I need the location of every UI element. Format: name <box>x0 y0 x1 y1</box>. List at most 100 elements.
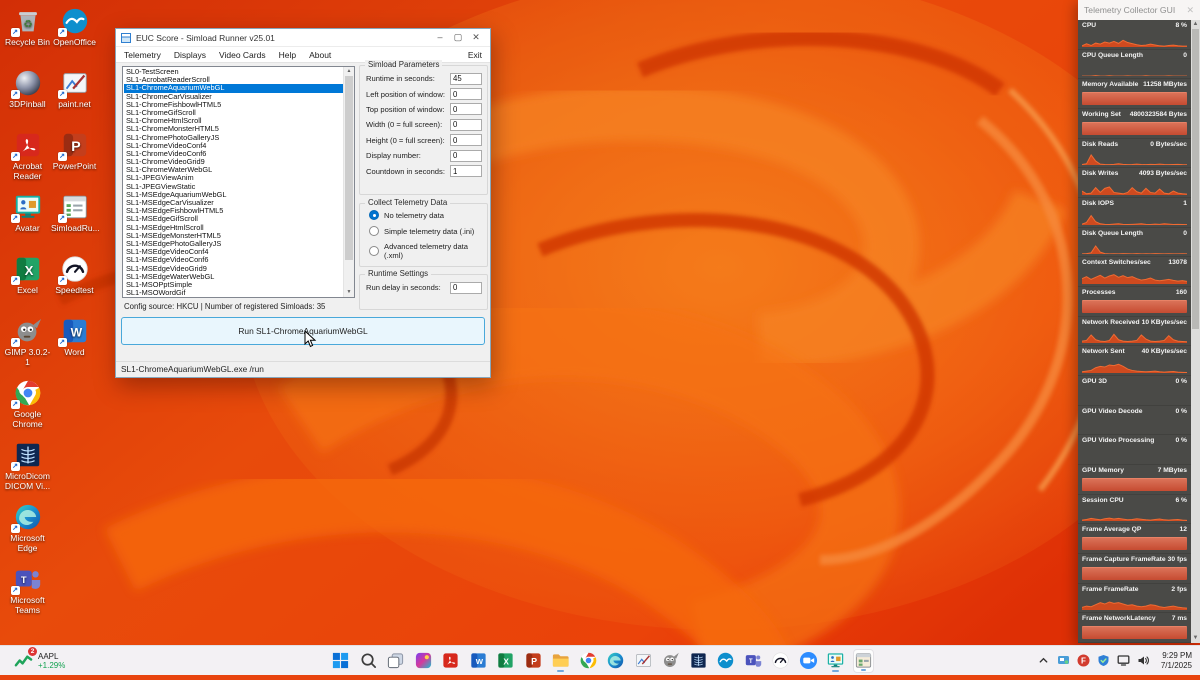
taskbar-icon-edge[interactable] <box>605 649 626 673</box>
taskbar-icon-word[interactable]: W <box>468 649 489 673</box>
menu-item-about[interactable]: About <box>309 50 331 60</box>
tray-chevron-up-icon[interactable] <box>1037 654 1050 667</box>
tray-security-shield-icon[interactable] <box>1097 654 1110 667</box>
metric-head: Frame Average QP12 <box>1082 525 1187 535</box>
taskbar-icon-chrome[interactable] <box>578 649 599 673</box>
telemetry-metric: Working Set4800323584 Bytes <box>1078 109 1191 139</box>
taskbar-icon-speedtest[interactable] <box>770 649 791 673</box>
taskbar-icon-zoom[interactable] <box>798 649 819 673</box>
stock-chart-icon: 2 <box>14 651 33 670</box>
metric-value: 4093 Bytes/sec <box>1139 169 1187 179</box>
taskbar-icon-simload-window[interactable] <box>853 649 874 673</box>
param-input[interactable] <box>450 150 482 162</box>
param-input[interactable] <box>450 119 482 131</box>
list-scrollbar[interactable]: ▲ ▼ <box>343 67 354 297</box>
metric-sparkline <box>1082 358 1187 373</box>
taskbar-icon-gimp[interactable] <box>660 649 681 673</box>
shortcut-arrow-icon: ↗ <box>11 152 20 161</box>
menu-item-telemetry[interactable]: Telemetry <box>124 50 161 60</box>
radio-icon[interactable] <box>369 226 379 236</box>
taskbar-icon-teams[interactable]: T <box>743 649 764 673</box>
param-input[interactable] <box>450 103 482 115</box>
taskbar-icon-avatar[interactable] <box>825 649 846 673</box>
taskbar-icon-paintnet[interactable] <box>633 649 654 673</box>
telemetry-scroll-thumb[interactable] <box>1192 29 1199 329</box>
telemetry-close-icon[interactable]: ✕ <box>1186 5 1194 16</box>
desktop-icon-gimp[interactable]: ↗GIMP 3.0.2-1 <box>4 316 51 367</box>
minimize-icon[interactable]: – <box>431 29 449 46</box>
desktop-icon-powerpoint[interactable]: P↗PowerPoint <box>51 130 98 172</box>
close-icon[interactable]: ✕ <box>467 29 485 46</box>
param-row: Width (0 = full screen): <box>366 117 482 132</box>
scroll-thumb[interactable] <box>345 76 353 260</box>
telemetry-scroll-up-icon[interactable]: ▲ <box>1191 20 1200 29</box>
svg-text:P: P <box>71 138 80 154</box>
metric-label: Working Set <box>1082 110 1121 120</box>
list-item[interactable]: SL1-MSOWordGif <box>124 289 343 296</box>
taskbar-icon-acrobat[interactable] <box>440 649 461 673</box>
param-input[interactable] <box>450 282 482 294</box>
taskbar-icon-excel[interactable]: X <box>495 649 516 673</box>
radio-option[interactable]: No telemetry data <box>369 210 487 220</box>
tray-f5-icon[interactable]: F <box>1077 654 1090 667</box>
param-input[interactable] <box>450 88 482 100</box>
maximize-icon[interactable]: ▢ <box>449 29 467 46</box>
taskbar-icon-powerpoint[interactable]: P <box>523 649 544 673</box>
metric-head: Frame FrameRate2 fps <box>1082 585 1187 595</box>
menu-item-help[interactable]: Help <box>279 50 296 60</box>
param-input[interactable] <box>450 165 482 177</box>
menu-exit[interactable]: Exit <box>468 50 482 60</box>
desktop-icon-edge[interactable]: ↗Microsoft Edge <box>4 502 51 553</box>
radio-icon[interactable] <box>369 246 379 256</box>
desktop-icon-simloadrunner[interactable]: ↗SimloadRu... <box>51 192 98 234</box>
taskbar-clock[interactable]: 9:29 PM 7/1/2025 <box>1161 651 1192 670</box>
taskbar-icon-search[interactable] <box>358 649 379 673</box>
desktop-icon-chrome[interactable]: ↗Google Chrome <box>4 378 51 429</box>
shortcut-arrow-icon: ↗ <box>58 214 67 223</box>
metric-value: 6 % <box>1175 496 1187 506</box>
desktop-icon-paintnet[interactable]: ↗paint.net <box>51 68 98 110</box>
radio-option[interactable]: Simple telemetry data (.ini) <box>369 226 487 236</box>
taskbar-icon-microdicom[interactable] <box>688 649 709 673</box>
desktop-icon-teams[interactable]: T↗Microsoft Teams <box>4 564 51 615</box>
desktop-icon-word[interactable]: W↗Word <box>51 316 98 358</box>
taskbar-icon-start[interactable] <box>330 649 351 673</box>
taskbar-icon-taskview[interactable] <box>385 649 406 673</box>
radio-icon[interactable] <box>369 210 379 220</box>
param-input[interactable] <box>450 134 482 146</box>
tray-network-display-icon[interactable] <box>1117 654 1130 667</box>
sparkline-full-bar <box>1082 92 1187 105</box>
scroll-down-icon[interactable]: ▼ <box>344 288 354 297</box>
tray-tray-app-icon[interactable] <box>1057 654 1070 667</box>
param-input[interactable] <box>450 73 482 85</box>
desktop-icon-pinball[interactable]: ↗3DPinball <box>4 68 51 110</box>
taskbar-icon-explorer[interactable] <box>550 649 571 673</box>
telemetry-metric: Network Received10 KBytes/sec <box>1078 317 1191 347</box>
run-simload-button[interactable]: Run SL1-ChromeAquariumWebGL <box>121 317 485 345</box>
desktop-icon-speedtest[interactable]: ↗Speedtest <box>51 254 98 296</box>
shortcut-arrow-icon: ↗ <box>11 28 20 37</box>
taskbar-icon-designer[interactable] <box>413 649 434 673</box>
shortcut-arrow-icon: ↗ <box>58 90 67 99</box>
taskbar-icon-openoffice[interactable] <box>715 649 736 673</box>
desktop-icon-avatar[interactable]: ↗Avatar <box>4 192 51 234</box>
desktop-icon-microdicom[interactable]: ↗MicroDicom DICOM Vi... <box>4 440 51 491</box>
desktop-icon-acrobat[interactable]: ↗Acrobat Reader <box>4 130 51 181</box>
tray-volume-icon[interactable] <box>1137 654 1150 667</box>
menu-item-displays[interactable]: Displays <box>174 50 206 60</box>
radio-option[interactable]: Advanced telemetry data (.xml) <box>369 242 487 260</box>
window-titlebar[interactable]: EUC Score - Simload Runner v25.01 – ▢ ✕ <box>116 29 490 47</box>
desktop-icon-openoffice[interactable]: ↗OpenOffice <box>51 6 98 48</box>
telemetry-scrollbar[interactable]: ▲ ▼ <box>1191 20 1200 643</box>
desktop-icon-excel[interactable]: X↗Excel <box>4 254 51 296</box>
telemetry-metric: Disk IOPS1 <box>1078 198 1191 228</box>
widgets-stock-button[interactable]: 2 AAPL +1.29% <box>10 649 69 672</box>
simload-listbox[interactable]: SL0-TestScreenSL1-AcrobatReaderScrollSL1… <box>122 66 355 298</box>
desktop-icon-recycle-bin[interactable]: ♻↗Recycle Bin <box>4 6 51 48</box>
telemetry-titlebar[interactable]: Telemetry Collector GUI ✕ <box>1078 0 1200 20</box>
menu-item-video-cards[interactable]: Video Cards <box>219 50 266 60</box>
metric-sparkline <box>1082 566 1187 581</box>
metric-label: Frame FrameRate <box>1082 585 1139 595</box>
telemetry-scroll-down-icon[interactable]: ▼ <box>1191 634 1200 643</box>
scroll-up-icon[interactable]: ▲ <box>344 67 354 76</box>
